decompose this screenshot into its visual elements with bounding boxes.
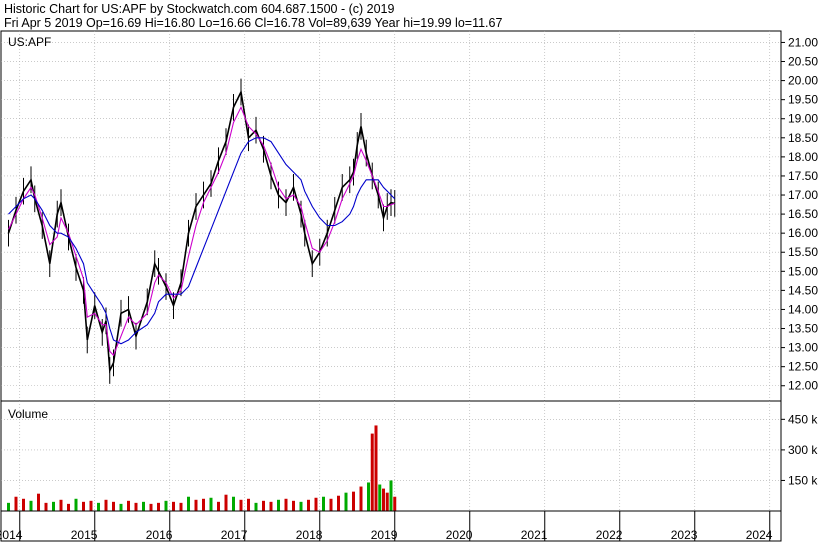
price-tick-label: 19.50: [788, 93, 818, 107]
volume-bar: [292, 500, 295, 511]
volume-y-axis: 450 k 300 k 150 k: [781, 412, 818, 487]
volume-bar: [37, 493, 40, 511]
volume-bar: [59, 499, 63, 511]
volume-bar: [194, 499, 198, 511]
symbol-label: US:APF: [8, 35, 51, 49]
price-tick-label: 12.50: [788, 360, 818, 374]
price-series: [7, 78, 396, 384]
price-tick-label: 15.00: [788, 264, 818, 278]
volume-bar: [382, 488, 385, 511]
x-axis: 2014 2015 2016 2017 2018 2019 2020 2021 2022 2023…: [0, 511, 773, 542]
volume-bar: [224, 494, 228, 511]
price-tick-label: 18.50: [788, 131, 818, 145]
volume-bar: [374, 425, 378, 511]
volume-bar: [67, 503, 70, 511]
price-tick-label: 17.50: [788, 169, 818, 183]
volume-bar: [307, 499, 310, 511]
price-tick-label: 18.00: [788, 150, 818, 164]
volume-bar: [329, 498, 333, 511]
price-tick-label: 13.50: [788, 322, 818, 336]
volume-bar: [209, 497, 213, 511]
stock-chart: 21.00 20.50 20.00 19.50 19.00 18.50 18.00 17.50…: [0, 30, 818, 542]
x-tick-label: 2019: [371, 528, 398, 542]
volume-title: Volume: [8, 407, 48, 421]
volume-tick-label: 300 k: [788, 443, 818, 457]
price-tick-label: 14.50: [788, 283, 818, 297]
volume-bar: [22, 498, 25, 511]
volume-bar: [239, 499, 243, 511]
volume-bar: [127, 500, 130, 511]
volume-bar: [337, 495, 340, 511]
volume-tick-label: 450 k: [788, 412, 818, 426]
volume-bar: [385, 492, 389, 511]
x-tick-label: 2023: [671, 528, 698, 542]
volume-bar: [393, 496, 397, 511]
volume-bar: [7, 502, 10, 511]
volume-bar: [314, 497, 318, 511]
volume-bar: [104, 499, 108, 511]
volume-bar: [389, 480, 393, 511]
volume-tick-label: 150 k: [788, 473, 818, 487]
volume-bar: [378, 484, 382, 511]
volume-bar: [254, 502, 258, 511]
volume-bar: [52, 501, 55, 511]
volume-bar: [232, 496, 235, 511]
x-tick-label: 2018: [296, 528, 323, 542]
x-tick-label: 2021: [521, 528, 548, 542]
volume-bar: [202, 498, 205, 511]
price-tick-label: 20.50: [788, 55, 818, 69]
volume-bar: [134, 502, 138, 511]
price-tick-label: 16.00: [788, 226, 818, 240]
price-tick-label: 17.00: [788, 188, 818, 202]
price-tick-label: 16.50: [788, 207, 818, 221]
volume-bar: [179, 502, 183, 511]
volume-bar: [97, 502, 100, 511]
volume-bar: [149, 503, 153, 511]
volume-bar: [370, 433, 374, 511]
x-tick-label: 2022: [596, 528, 623, 542]
price-series-line-2: [8, 137, 396, 345]
x-tick-label: 2024: [746, 528, 773, 542]
volume-bar: [299, 501, 303, 511]
price-tick-label: 13.00: [788, 341, 818, 355]
volume-bar: [344, 492, 348, 511]
x-tick-label: 2015: [71, 528, 98, 542]
volume-bar: [172, 501, 175, 511]
x-tick-label: 2017: [221, 528, 248, 542]
volume-bar: [352, 491, 355, 511]
volume-bar: [142, 501, 145, 511]
volume-bar: [89, 500, 93, 511]
price-tick-label: 12.00: [788, 379, 818, 393]
volume-bar: [247, 498, 250, 511]
volume-bar: [29, 500, 33, 511]
x-tick-label: 2016: [146, 528, 173, 542]
volume-bar: [359, 486, 363, 511]
volume-bar: [217, 501, 220, 511]
volume-bar: [277, 499, 280, 511]
volume-bar: [322, 496, 325, 511]
volume-bar: [269, 501, 273, 511]
volume-bar: [74, 498, 78, 511]
volume-bar: [367, 482, 370, 511]
volume-bar: [187, 496, 190, 511]
price-tick-label: 19.00: [788, 112, 818, 126]
volume-bar: [164, 500, 168, 511]
price-tick-label: 21.00: [788, 35, 818, 49]
volume-bar: [14, 496, 18, 511]
volume-bar: [157, 502, 160, 511]
price-tick-label: 14.00: [788, 302, 818, 316]
x-tick-label: 2014: [0, 528, 23, 542]
volume-bar: [262, 500, 265, 511]
volume-bar: [82, 501, 85, 511]
price-tick-label: 15.50: [788, 245, 818, 259]
volume-bar: [119, 503, 123, 511]
volume-bar: [44, 502, 48, 511]
price-tick-label: 20.00: [788, 74, 818, 88]
x-tick-label: 2020: [446, 528, 473, 542]
volume-bar: [112, 501, 115, 511]
price-y-axis: 21.00 20.50 20.00 19.50 19.00 18.50 18.00 17.50…: [781, 35, 818, 393]
volume-bar: [284, 498, 288, 511]
price-series-line-0: [7, 89, 395, 374]
volume-bars: [7, 425, 397, 511]
